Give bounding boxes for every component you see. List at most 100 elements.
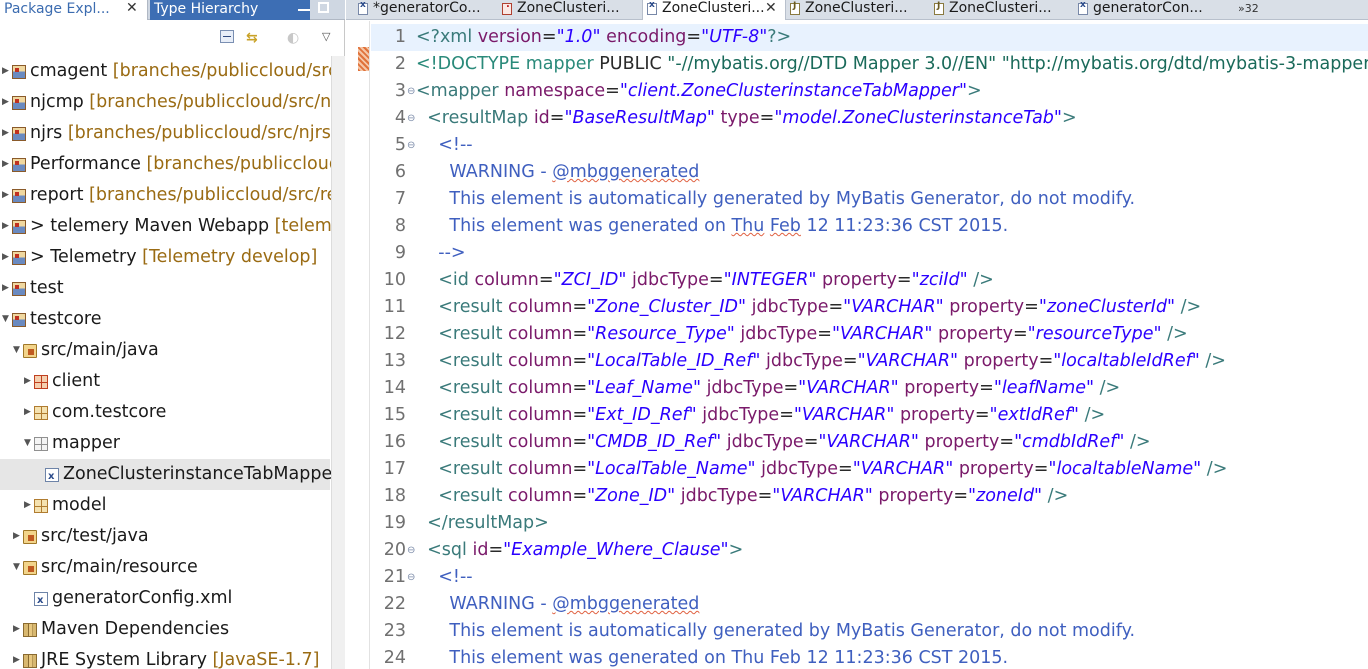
tree-item[interactable]: ▶ report [branches/publiccloud/src/re: [0, 180, 337, 211]
tree-item[interactable]: ▶ Maven Dependencies: [0, 614, 330, 645]
code-line[interactable]: 12 <result column="Resource_Type" jdbcTy…: [371, 321, 1368, 348]
editor-tab[interactable]: ZoneClusteri...: [786, 0, 926, 20]
tree-item[interactable]: ▶ Performance [branches/publiccloud: [0, 149, 340, 180]
code-line[interactable]: 3 ⊖ <mapper namespace="client.ZoneClusteri…: [371, 78, 1368, 105]
collapse-arrow-icon[interactable]: ▶: [2, 242, 9, 273]
code-line[interactable]: 13 <result column="LocalTable_ID_Ref" jd…: [371, 348, 1368, 375]
code-token: column: [474, 270, 539, 290]
code-line[interactable]: 15 <result column="Ext_ID_Ref" jdbcType=…: [371, 402, 1368, 429]
code-line[interactable]: 10 <id column="ZCI_ID" jdbcType="INTEGER…: [371, 267, 1368, 294]
expand-arrow-icon[interactable]: ▼: [2, 304, 9, 335]
code-line[interactable]: 16 <result column="CMDB_ID_Ref" jdbcType…: [371, 429, 1368, 456]
tree-item-label: njrs [branches/publiccloud/src/njrs]: [30, 118, 338, 149]
view-menu-icon[interactable]: ▽: [322, 30, 330, 43]
tree-item[interactable]: ▶ JRE System Library [JavaSE-1.7]: [0, 645, 330, 669]
code-line[interactable]: 11 <result column="Zone_Cluster_ID" jdbc…: [371, 294, 1368, 321]
tree-item[interactable]: ▼ src/main/java: [0, 335, 330, 366]
collapse-arrow-icon[interactable]: ▶: [24, 397, 31, 428]
collapse-arrow-icon[interactable]: ▶: [2, 118, 9, 149]
collapse-arrow-icon[interactable]: ▶: [2, 87, 9, 118]
tree-item[interactable]: ▶ > telemery Maven Webapp [teleme: [0, 211, 343, 242]
link-with-editor-icon[interactable]: ⇆: [246, 30, 258, 46]
code-line[interactable]: 2 <!DOCTYPE mapper PUBLIC "-//mybatis.org…: [371, 51, 1368, 78]
collapse-arrow-icon[interactable]: ▶: [13, 645, 20, 669]
code-line[interactable]: 4 ⊖ <resultMap id="BaseResultMap" type="m…: [371, 105, 1368, 132]
tab-package-explorer-label: Package Expl...: [4, 1, 110, 17]
tab-type-hierarchy[interactable]: Type Hierarchy: [150, 0, 310, 20]
tree-item[interactable]: ▶ model: [0, 490, 330, 521]
tree-item[interactable]: ▶ client: [0, 366, 330, 397]
expand-arrow-icon[interactable]: ▼: [13, 335, 20, 366]
collapse-arrow-icon[interactable]: ▶: [24, 490, 31, 521]
collapse-all-icon[interactable]: [220, 30, 234, 43]
editor-tab[interactable]: generatorCon...: [1074, 0, 1224, 20]
vertical-scrollbar[interactable]: [331, 56, 345, 669]
collapse-arrow-icon[interactable]: ▶: [2, 211, 9, 242]
close-icon[interactable]: ✕: [126, 0, 138, 16]
tree-item[interactable]: ▶ njrs [branches/publiccloud/src/njrs]: [0, 118, 338, 149]
code-line[interactable]: 22 WARNING - @mbggenerated: [371, 591, 1368, 618]
code-line[interactable]: 23 This element is automatically generat…: [371, 618, 1368, 645]
editor-tab[interactable]: ZoneClusteri...✕: [642, 0, 786, 20]
tree-item-label: testcore: [30, 304, 102, 335]
tree-item[interactable]: ▶ com.testcore: [0, 397, 330, 428]
tree-item[interactable]: ▼ mapper: [0, 428, 330, 459]
expand-arrow-icon[interactable]: ▼: [13, 552, 20, 583]
collapse-arrow-icon[interactable]: ▶: [2, 56, 9, 87]
tree-item-label: com.testcore: [52, 397, 166, 428]
code-line[interactable]: 1 <?xml version="1.0" encoding="UTF-8"?>: [371, 24, 1368, 51]
code-token: =: [549, 108, 565, 128]
tree-item-label: cmagent [branches/publiccloud/src: [30, 56, 338, 87]
tree-item[interactable]: ▼ testcore: [0, 304, 330, 335]
tree-item-label: mapper: [52, 428, 120, 459]
fold-toggle-icon[interactable]: ⊖: [407, 78, 415, 105]
maximize-icon[interactable]: [318, 2, 329, 13]
collapse-arrow-icon[interactable]: ▶: [24, 366, 31, 397]
collapse-arrow-icon[interactable]: ▶: [2, 180, 9, 211]
tree-item[interactable]: ▶ test: [0, 273, 330, 304]
fold-toggle-icon[interactable]: ⊖: [407, 105, 415, 132]
code-area[interactable]: 1 <?xml version="1.0" encoding="UTF-8"?> 2…: [371, 21, 1368, 669]
code-line[interactable]: 17 <result column="LocalTable_Name" jdbc…: [371, 456, 1368, 483]
code-line[interactable]: 21 ⊖ <!--: [371, 564, 1368, 591]
editor-tab[interactable]: ZoneClusteri...: [930, 0, 1070, 20]
editor-tab[interactable]: *generatorCo...: [354, 0, 494, 20]
collapse-arrow-icon[interactable]: ▶: [2, 149, 9, 180]
tree-item[interactable]: ▼ src/main/resource: [0, 552, 330, 583]
minimize-icon[interactable]: [298, 3, 310, 11]
close-icon[interactable]: ✕: [765, 0, 777, 17]
focus-icon[interactable]: ◐: [287, 30, 299, 46]
code-line[interactable]: 8 This element was generated on Thu Feb …: [371, 213, 1368, 240]
code-line[interactable]: 9 -->: [371, 240, 1368, 267]
fold-toggle-icon[interactable]: ⊖: [407, 132, 415, 159]
project-icon: [12, 65, 26, 79]
collapse-arrow-icon[interactable]: ▶: [2, 273, 9, 304]
code-line[interactable]: 18 <result column="Zone_ID" jdbcType="VA…: [371, 483, 1368, 510]
fold-toggle-icon[interactable]: ⊖: [407, 564, 415, 591]
tab-overflow-indicator[interactable]: »32: [1238, 0, 1259, 17]
tree-item[interactable]: ▶ njcmp [branches/publiccloud/src/n: [0, 87, 331, 118]
code-line[interactable]: 19 </resultMap>: [371, 510, 1368, 537]
code-line[interactable]: 14 <result column="Leaf_Name" jdbcType="…: [371, 375, 1368, 402]
tree-item-label: generatorConfig.xml: [52, 583, 232, 614]
line-number: 20: [383, 540, 406, 560]
collapse-arrow-icon[interactable]: ▶: [13, 614, 20, 645]
tree-item-label: > Telemetry [Telemetry develop]: [30, 242, 317, 273]
code-token: =: [541, 27, 557, 47]
tree-item[interactable]: ▶ src/test/java: [0, 521, 330, 552]
code-line[interactable]: 6 WARNING - @mbggenerated: [371, 159, 1368, 186]
tree-item[interactable]: ▶ cmagent [branches/publiccloud/src: [0, 56, 338, 87]
fold-toggle-icon[interactable]: ⊖: [407, 537, 415, 564]
code-line[interactable]: 24 This element was generated on Thu Feb…: [371, 645, 1368, 669]
editor-tab[interactable]: ZoneClusteri...: [498, 0, 638, 20]
tree-item[interactable]: ▶ > Telemetry [Telemetry develop]: [0, 242, 330, 273]
code-line[interactable]: 20 ⊖ <sql id="Example_Where_Clause">: [371, 537, 1368, 564]
code-line[interactable]: 5 ⊖ <!--: [371, 132, 1368, 159]
code-line[interactable]: 7 This element is automatically generate…: [371, 186, 1368, 213]
tree-item[interactable]: ZoneClusterinstanceTabMapper: [0, 459, 339, 492]
collapse-arrow-icon[interactable]: ▶: [13, 521, 20, 552]
tree-item-name: src/main/resource: [41, 557, 198, 577]
expand-arrow-icon[interactable]: ▼: [24, 428, 31, 459]
tree-item[interactable]: generatorConfig.xml: [0, 583, 330, 616]
line-number: 15: [383, 405, 406, 425]
